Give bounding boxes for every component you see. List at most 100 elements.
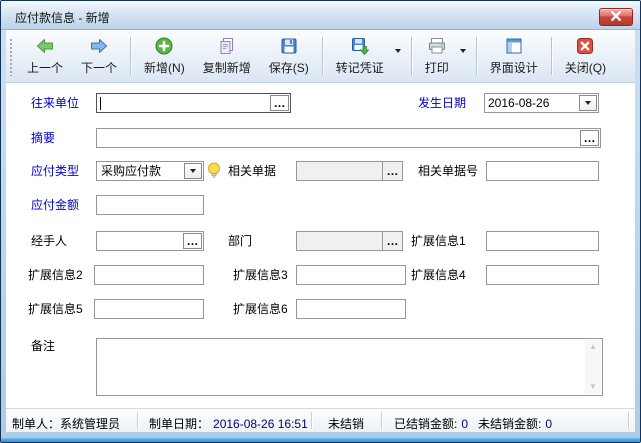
print-dropdown-arrow[interactable] [458,34,472,78]
partner-label: 往来单位 [31,93,79,113]
window-title: 应付款信息 - 新增 [15,9,110,26]
print-button[interactable]: 打印 [416,34,458,78]
ext4-input[interactable] [487,266,598,284]
occur-date-dropdown-button[interactable] [579,95,597,111]
chevron-down-icon [190,169,196,173]
ui-design-button[interactable]: 界面设计 [481,34,547,78]
ext6-input[interactable] [297,300,405,318]
settle-status: 未结销 [328,415,364,432]
statusbar: 制单人：系统管理员 制单日期：2016-08-26 16:51 未结销 已结销金… [6,408,635,432]
ext3-input[interactable] [297,266,405,284]
department-lookup-button[interactable]: … [382,232,402,250]
partner-field: … [96,93,291,113]
statusbar-separator [628,412,629,429]
related-doc-lookup-button[interactable]: … [382,162,402,180]
handler-field: … [96,231,204,251]
ext5-field [94,299,204,319]
unsettled-amount-value: 0 [545,417,552,431]
next-button[interactable]: 下一个 [72,34,126,78]
remark-scrollbar[interactable]: ▲ ▼ [585,340,601,394]
add-new-button[interactable]: 新增(N) [135,34,194,78]
print-icon [427,36,447,56]
payable-amount-input[interactable] [97,196,203,214]
statusbar-separator [381,412,382,429]
partner-lookup-button[interactable]: … [270,95,289,111]
arrow-left-icon [35,36,55,56]
ui-design-icon [504,36,524,56]
arrow-right-icon [89,36,109,56]
transfer-voucher-button-label: 转记凭证 [336,59,384,76]
occur-date-input[interactable] [485,94,578,112]
toolbar-separator [476,37,477,75]
ext5-label: 扩展信息5 [28,299,83,319]
settled-amount-label: 已结销金额: [394,417,457,431]
occur-date-label: 发生日期 [418,93,466,113]
ext1-label: 扩展信息1 [411,231,466,251]
chevron-down-icon [460,49,466,53]
payable-info-window: 应付款信息 - 新增 上一个 下一个 新增(N) [0,0,641,443]
form-area: 往来单位 … 发生日期 摘要 … 应付类型 采购应付款 相关单据 … [6,83,635,408]
created-date-label: 制单日期： [149,417,209,431]
summary-input[interactable] [97,129,579,147]
window-bottom-edge [1,438,640,442]
transfer-voucher-button[interactable]: 转记凭证 [327,34,393,78]
partner-input[interactable] [97,94,269,112]
ext6-field [296,299,406,319]
titlebar[interactable]: 应付款信息 - 新增 [1,1,640,30]
ext3-label: 扩展信息3 [233,265,288,285]
handler-lookup-button[interactable]: … [183,233,202,249]
remark-field: ▲ ▼ [96,338,603,396]
previous-button[interactable]: 上一个 [18,34,72,78]
payable-type-dropdown-button[interactable] [184,163,202,179]
related-doc-field: … [296,161,403,181]
summary-lookup-button[interactable]: … [580,130,599,146]
creator-segment: 制单人：系统管理员 [12,415,120,432]
related-doc-value [297,162,382,180]
lightbulb-icon[interactable] [207,161,221,186]
department-label: 部门 [228,231,252,251]
close-button[interactable]: 关闭(Q) [556,34,615,78]
text-caret [100,97,101,110]
created-date-segment: 制单日期：2016-08-26 16:51 [149,415,308,432]
toolbar-separator [411,37,412,75]
close-x-icon [610,8,622,26]
add-new-button-label: 新增(N) [144,59,185,76]
summary-label: 摘要 [31,128,55,148]
scroll-down-icon[interactable]: ▼ [589,383,597,391]
transfer-voucher-dropdown-arrow[interactable] [393,34,407,78]
scroll-up-icon[interactable]: ▲ [589,343,597,351]
handler-input[interactable] [97,232,182,250]
toolbar: 上一个 下一个 新增(N) 复制新增 保存(S) [6,30,635,83]
related-doc-no-input[interactable] [487,162,598,180]
save-button[interactable]: 保存(S) [260,34,318,78]
remark-textarea[interactable] [98,340,584,394]
creator-label: 制单人： [12,417,60,431]
toolbar-grip[interactable] [9,38,13,76]
payable-type-combobox[interactable]: 采购应付款 [96,161,204,181]
ext1-input[interactable] [487,232,598,250]
ext2-input[interactable] [95,266,203,284]
payable-amount-field [96,195,204,215]
chevron-down-icon [585,101,591,105]
toolbar-separator [322,37,323,75]
department-value [297,232,382,250]
save-button-label: 保存(S) [269,59,309,76]
ext2-label: 扩展信息2 [28,265,83,285]
payable-type-value: 采购应付款 [97,162,183,180]
summary-field: … [96,128,601,148]
copy-new-button[interactable]: 复制新增 [194,34,260,78]
occur-date-field [484,93,599,113]
ext5-input[interactable] [95,300,203,318]
related-doc-no-label: 相关单据号 [418,161,478,181]
close-icon [575,36,595,56]
chevron-down-icon [395,49,401,53]
remark-label: 备注 [31,336,55,356]
handler-label: 经手人 [31,231,67,251]
amounts-segment: 已结销金额:0未结销金额:0 [394,415,552,432]
settled-amount-value: 0 [461,417,468,431]
ext4-label: 扩展信息4 [411,265,466,285]
ext2-field [94,265,204,285]
add-new-icon [154,36,174,56]
window-close-button[interactable] [599,8,633,26]
copy-new-button-label: 复制新增 [203,59,251,76]
